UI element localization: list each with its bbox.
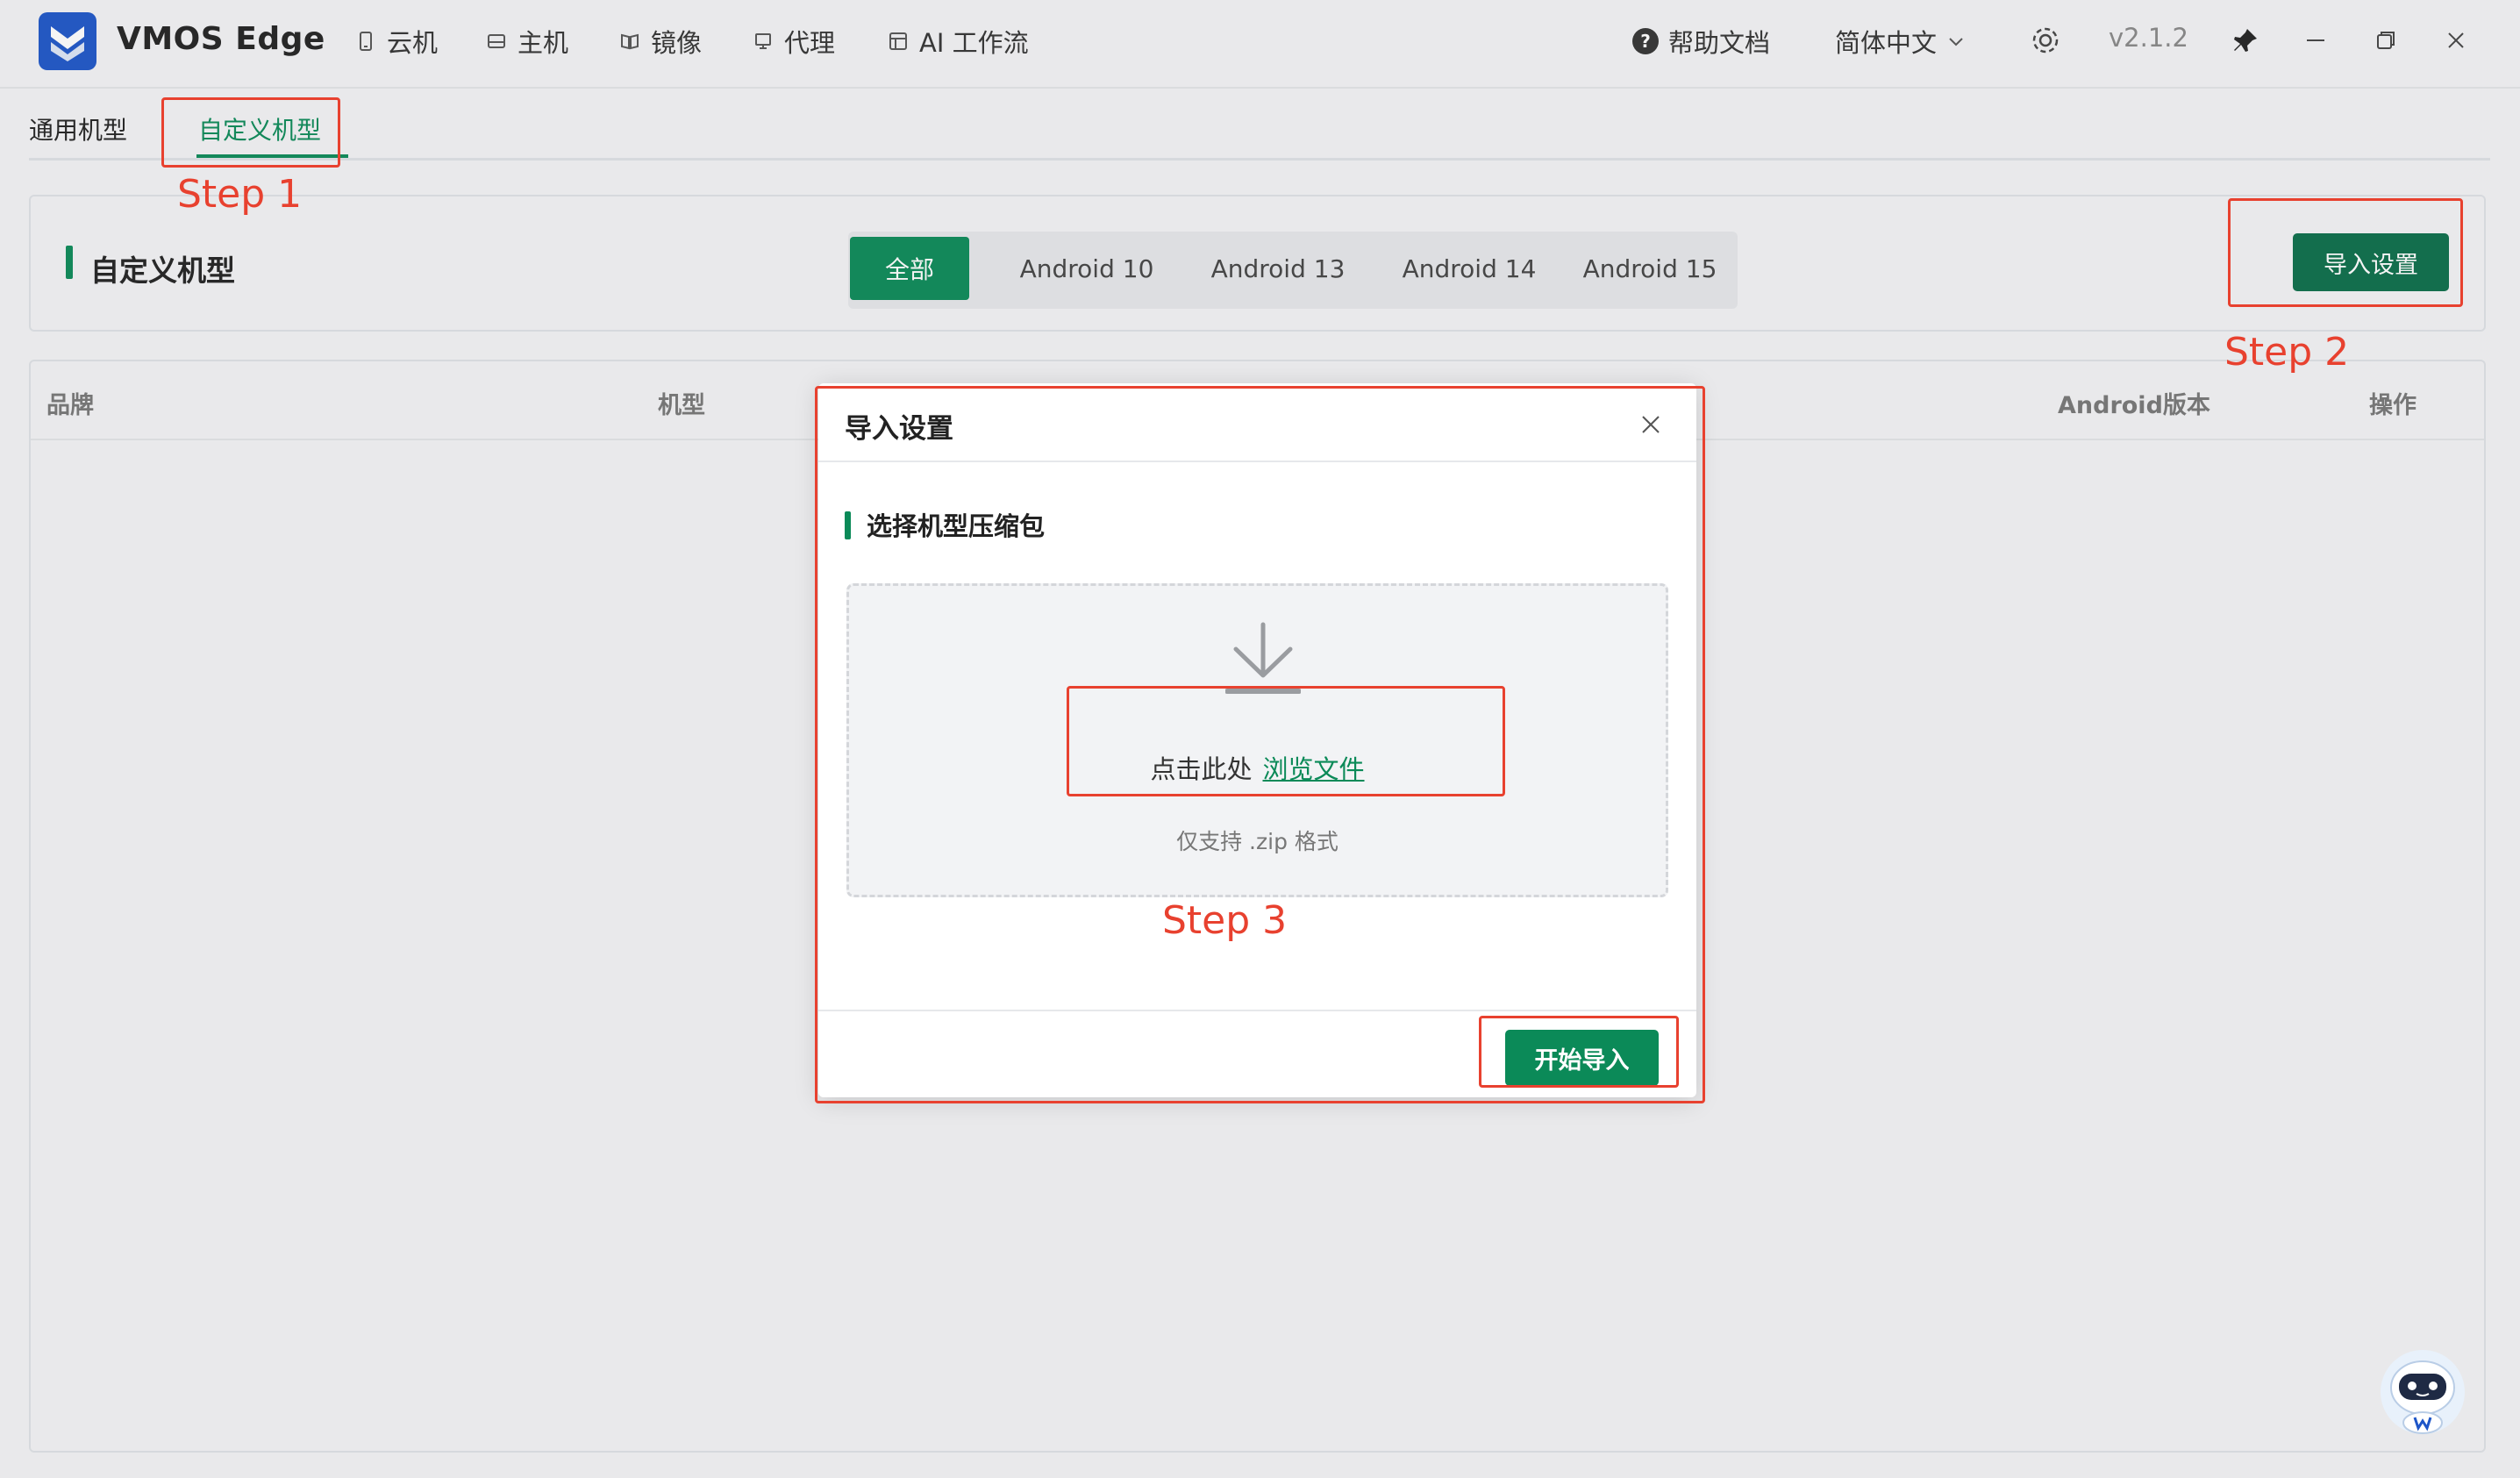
browse-highlight [1067, 686, 1505, 796]
step3-label: Step 3 [1162, 898, 1288, 943]
step2-highlight [2228, 198, 2463, 307]
step1-highlight [161, 97, 340, 168]
start-import-highlight [1479, 1016, 1679, 1088]
step1-label: Step 1 [177, 172, 303, 217]
step2-label: Step 2 [2224, 330, 2350, 375]
robot-assistant-icon [2381, 1350, 2465, 1434]
assistant-robot-button[interactable] [2378, 1347, 2467, 1437]
